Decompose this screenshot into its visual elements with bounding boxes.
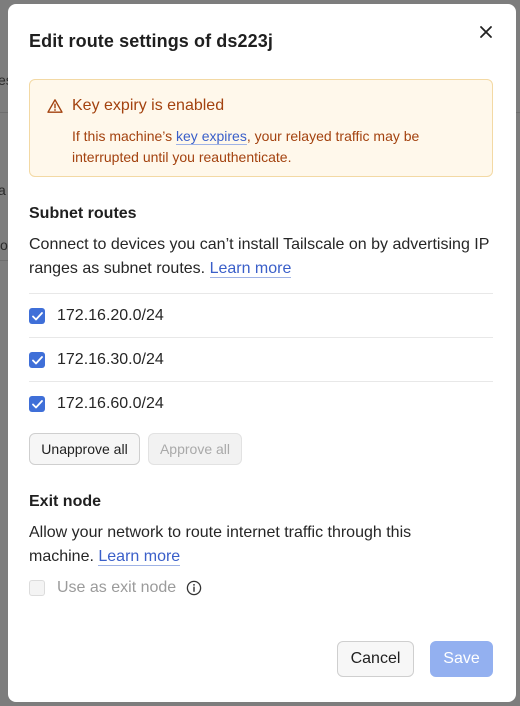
exit-node-option: Use as exit node <box>29 579 202 597</box>
dialog-title: Edit route settings of ds223j <box>29 31 273 51</box>
exit-node-learn-more-link[interactable]: Learn more <box>98 548 181 566</box>
route-label: 172.16.30.0/24 <box>57 351 164 368</box>
key-expires-link[interactable]: key expires <box>176 128 247 145</box>
route-row: 172.16.20.0/24 <box>29 294 493 338</box>
route-checkbox[interactable] <box>29 352 45 368</box>
background-text-fragment: a <box>0 182 6 198</box>
approve-all-button[interactable]: Approve all <box>148 433 242 465</box>
close-button[interactable] <box>474 20 498 44</box>
route-checkbox[interactable] <box>29 396 45 412</box>
subnet-routes-description: Connect to devices you can’t install Tai… <box>29 233 499 281</box>
background-text-fragment: o <box>0 237 8 253</box>
route-row: 172.16.30.0/24 <box>29 338 493 382</box>
info-icon[interactable] <box>186 580 202 596</box>
use-as-exit-node-label: Use as exit node <box>57 579 177 596</box>
use-as-exit-node-checkbox[interactable] <box>29 580 45 596</box>
background-divider <box>0 112 8 113</box>
save-button[interactable]: Save <box>430 641 493 677</box>
alert-body: If this machine’s key expires, your rela… <box>72 126 472 168</box>
close-icon <box>480 26 492 38</box>
edit-route-settings-dialog: Edit route settings of ds223j Key expiry… <box>8 4 516 702</box>
alert-body-text: If this machine’s <box>72 128 177 144</box>
route-row: 172.16.60.0/24 <box>29 382 493 426</box>
exit-node-description-text: Allow your network to route internet tra… <box>29 524 412 565</box>
route-label: 172.16.60.0/24 <box>57 395 164 412</box>
exit-node-description: Allow your network to route internet tra… <box>29 521 449 569</box>
subnet-learn-more-link[interactable]: Learn more <box>209 260 292 278</box>
background-divider <box>0 260 8 261</box>
alert-title: Key expiry is enabled <box>72 97 225 114</box>
cancel-button[interactable]: Cancel <box>337 641 414 677</box>
subnet-routes-heading: Subnet routes <box>29 205 137 222</box>
route-label: 172.16.20.0/24 <box>57 307 164 324</box>
exit-node-heading: Exit node <box>29 493 102 510</box>
unapprove-all-button[interactable]: Unapprove all <box>29 433 140 465</box>
route-checkbox[interactable] <box>29 308 45 324</box>
warning-triangle-icon <box>47 98 63 119</box>
key-expiry-alert: Key expiry is enabled If this machine’s … <box>29 79 493 177</box>
